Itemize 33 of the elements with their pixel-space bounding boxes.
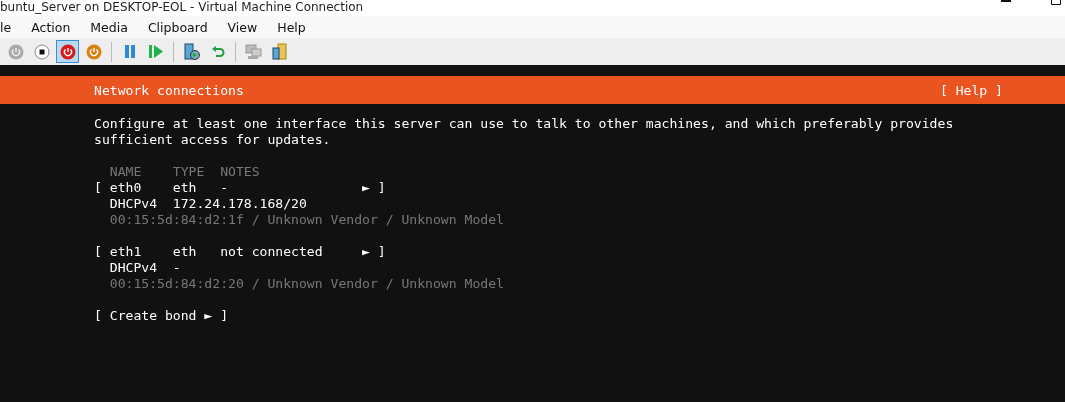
server-folder-icon bbox=[272, 43, 287, 60]
address-method: DHCPv4 bbox=[109, 196, 159, 212]
interface-row[interactable]: [ eth1 eth not connected ► ] bbox=[94, 244, 1065, 260]
column-header: TYPE bbox=[172, 164, 206, 180]
maximize-icon[interactable] bbox=[1051, 0, 1061, 5]
hardware-info: 00:15:5d:84:d2:20 / Unknown Vendor / Unknown Model bbox=[109, 276, 504, 292]
screen-title: Network connections bbox=[94, 82, 244, 98]
menu-item[interactable]: Clipboard bbox=[137, 19, 218, 35]
stop-icon bbox=[33, 43, 50, 60]
menu-item[interactable]: Help bbox=[267, 19, 316, 35]
play-icon bbox=[148, 45, 163, 58]
computer-icon bbox=[245, 43, 262, 60]
ip-address: 172.24.178.168/20 bbox=[172, 196, 307, 212]
menu-item[interactable]: View bbox=[217, 19, 268, 35]
create-bond-button[interactable]: [ Create bond ► ] bbox=[94, 308, 228, 323]
pause-icon bbox=[123, 45, 136, 58]
menu-item[interactable]: Media bbox=[80, 19, 138, 35]
window-title: buntu_Server on DESKTOP-EOL - Virtual Machine Connection bbox=[0, 0, 364, 14]
server-icon bbox=[183, 43, 200, 60]
power-icon bbox=[59, 43, 76, 60]
power-icon bbox=[7, 43, 24, 60]
ip-address: - bbox=[172, 260, 181, 276]
interface-row[interactable]: [ eth0 eth - ► ] bbox=[94, 180, 1065, 196]
column-header: NOTES bbox=[220, 164, 261, 180]
menu-item[interactable]: le bbox=[0, 19, 22, 35]
undo-icon bbox=[210, 44, 225, 59]
menu-item[interactable]: Action bbox=[21, 19, 81, 35]
power-icon bbox=[85, 43, 102, 60]
column-header: NAME bbox=[109, 164, 143, 180]
help-button[interactable]: [ Help ] bbox=[939, 82, 1003, 98]
hardware-info: 00:15:5d:84:d2:1f / Unknown Vendor / Unknown Model bbox=[109, 212, 504, 228]
intro-text: Configure at least one interface this server can use to talk to other machines, and which preferably provides sufficient access for updates. bbox=[94, 116, 955, 148]
address-method: DHCPv4 bbox=[109, 260, 159, 276]
